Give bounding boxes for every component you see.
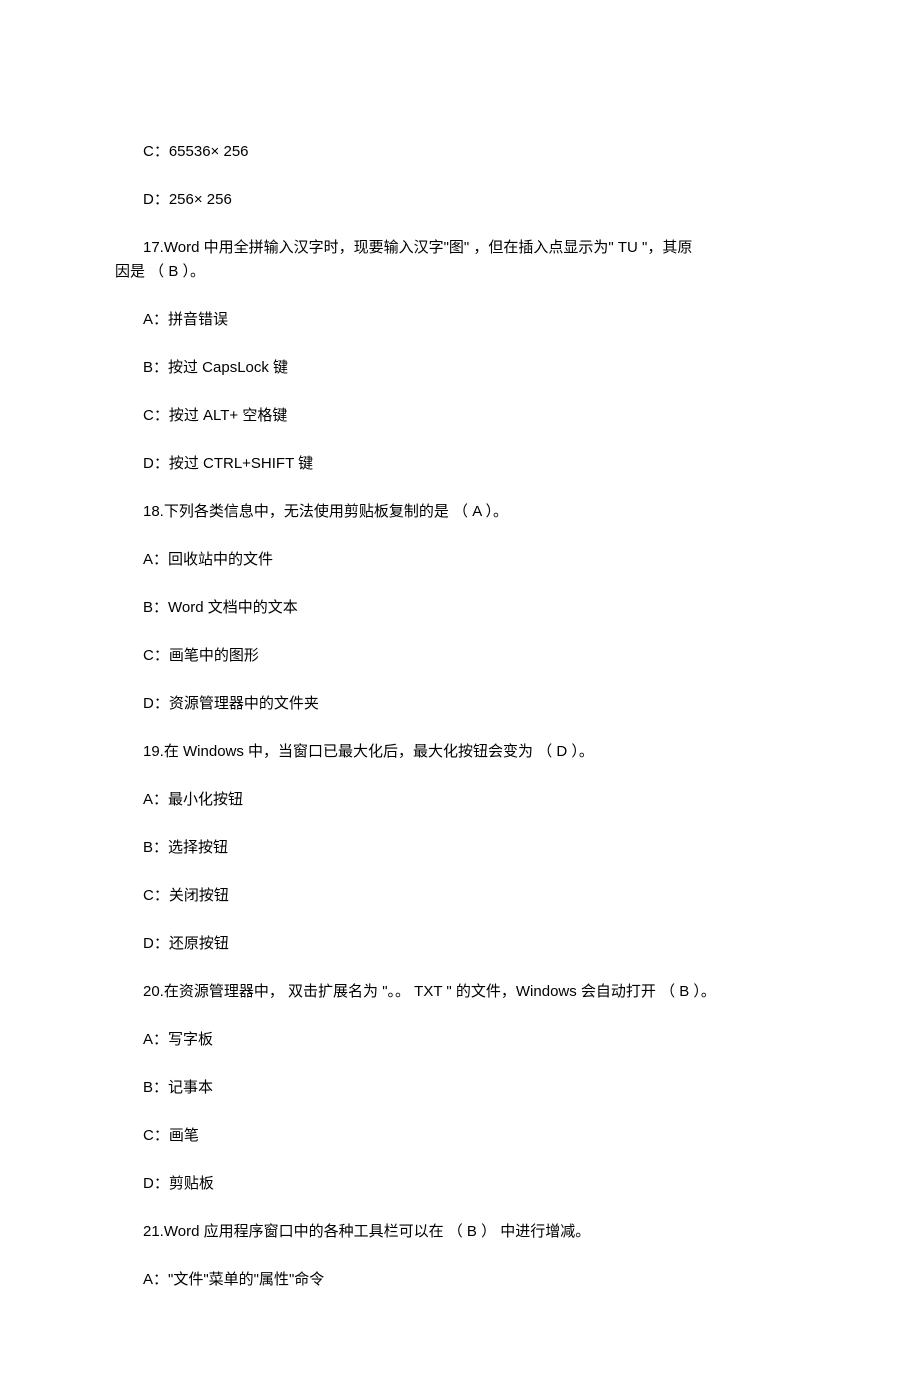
question-17-option-c: C：按过 ALT+ 空格键 [115,404,805,428]
question-18-stem: 18.下列各类信息中，无法使用剪贴板复制的是 （ A ）。 [115,500,805,524]
question-19-stem: 19.在 Windows 中，当窗口已最大化后，最大化按钮会变为 （ D ）。 [115,740,805,764]
question-17-option-a: A：拼音错误 [115,308,805,332]
question-18-option-d: D：资源管理器中的文件夹 [115,692,805,716]
question-19-option-d: D：还原按钮 [115,932,805,956]
question-19-option-c: C：关闭按钮 [115,884,805,908]
question-17-option-b: B：按过 CapsLock 键 [115,356,805,380]
question-18-option-c: C：画笔中的图形 [115,644,805,668]
question-20-option-b: B：记事本 [115,1076,805,1100]
question-17-stem: 17.Word 中用全拼输入汉字时，现要输入汉字"图" ，但在插入点显示为" T… [115,236,805,284]
pre-option-c: C：65536× 256 [115,140,805,164]
question-20-stem: 20.在资源管理器中， 双击扩展名为 "。。 TXT " 的文件，Windows… [115,980,805,1004]
document-page: C：65536× 256 D：256× 256 17.Word 中用全拼输入汉字… [0,0,920,1376]
question-20-option-a: A：写字板 [115,1028,805,1052]
question-21-stem: 21.Word 应用程序窗口中的各种工具栏可以在 （ B ） 中进行增减。 [115,1220,805,1244]
question-18-option-b: B：Word 文档中的文本 [115,596,805,620]
question-20-option-c: C：画笔 [115,1124,805,1148]
pre-option-d: D：256× 256 [115,188,805,212]
question-18-option-a: A：回收站中的文件 [115,548,805,572]
question-17-stem-line1: 17.Word 中用全拼输入汉字时，现要输入汉字"图" ，但在插入点显示为" T… [115,236,805,260]
question-17-option-d: D：按过 CTRL+SHIFT 键 [115,452,805,476]
question-19-option-b: B：选择按钮 [115,836,805,860]
question-19-option-a: A：最小化按钮 [115,788,805,812]
question-17-stem-line2: 因是 （ B ）。 [115,260,805,284]
question-20-option-d: D：剪贴板 [115,1172,805,1196]
question-21-option-a: A："文件"菜单的"属性"命令 [115,1268,805,1292]
